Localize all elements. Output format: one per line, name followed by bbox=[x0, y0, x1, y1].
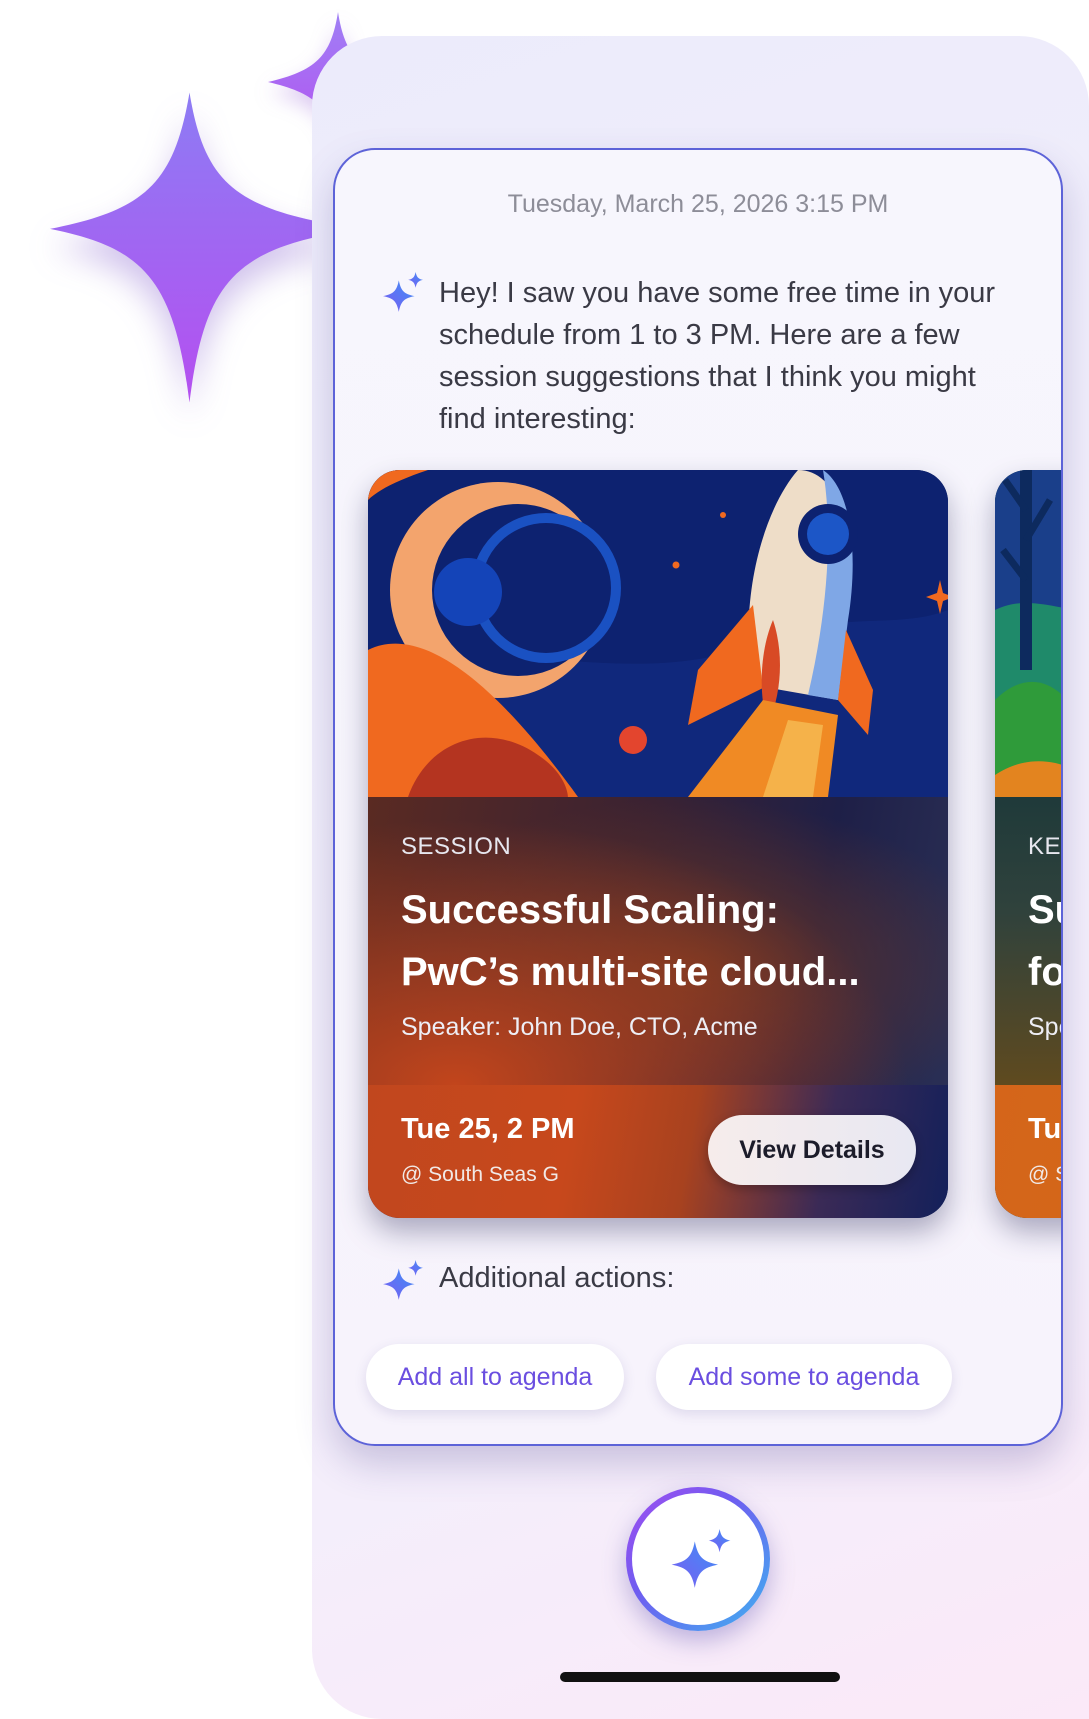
session-card[interactable]: KEY Su fo Spe Tue @ S bbox=[995, 470, 1063, 1218]
message-timestamp: Tuesday, March 25, 2026 3:15 PM bbox=[507, 190, 889, 218]
session-date: Tue 25, 2 PM bbox=[401, 1113, 575, 1145]
session-speaker: Speaker: John Doe, CTO, Acme bbox=[401, 1013, 758, 1041]
ai-sparkle-icon bbox=[383, 272, 423, 312]
session-title-line1: Successful Scaling: bbox=[401, 888, 779, 932]
session-speaker: Spe bbox=[1028, 1013, 1061, 1041]
forest-illustration bbox=[995, 470, 1061, 797]
view-details-button[interactable]: View Details bbox=[708, 1115, 916, 1185]
session-card[interactable]: SESSION Successful Scaling: PwC’s multi-… bbox=[368, 470, 948, 1218]
assistant-fab-button[interactable] bbox=[626, 1487, 770, 1631]
session-title: Su fo bbox=[1028, 879, 1063, 1003]
session-info: KEY Su fo Spe bbox=[995, 797, 1063, 1085]
assistant-chat-card: Tuesday, March 25, 2026 3:15 PM Hey! I s… bbox=[333, 148, 1063, 1446]
add-all-to-agenda-button[interactable]: Add all to agenda bbox=[366, 1344, 624, 1410]
rocket-illustration bbox=[368, 470, 948, 797]
session-date: Tue bbox=[1028, 1113, 1062, 1145]
sparkle-icon bbox=[671, 1529, 731, 1588]
session-footer: Tue 25, 2 PM @ South Seas G View Details bbox=[368, 1085, 948, 1218]
additional-actions-label: Additional actions: bbox=[439, 1262, 675, 1294]
screen: Tuesday, March 25, 2026 3:15 PM Hey! I s… bbox=[0, 0, 1089, 1719]
session-footer: Tue @ S bbox=[995, 1085, 1062, 1218]
fab-inner bbox=[632, 1493, 764, 1625]
session-info: SESSION Successful Scaling: PwC’s multi-… bbox=[368, 797, 948, 1085]
session-title: Successful Scaling: PwC’s multi-site clo… bbox=[401, 879, 921, 1003]
session-type-label: KEY bbox=[1028, 833, 1062, 860]
session-title-line1: Su bbox=[1028, 888, 1061, 932]
session-type-label: SESSION bbox=[401, 833, 512, 860]
session-room: @ South Seas G bbox=[401, 1163, 559, 1186]
add-some-to-agenda-button[interactable]: Add some to agenda bbox=[656, 1344, 952, 1410]
ai-sparkle-icon bbox=[383, 1260, 423, 1300]
assistant-message: Hey! I saw you have some free time in yo… bbox=[439, 277, 996, 435]
session-title-line2: PwC’s multi-site cloud... bbox=[401, 950, 860, 994]
session-room: @ S bbox=[1028, 1163, 1061, 1186]
home-indicator[interactable] bbox=[560, 1672, 840, 1682]
session-title-line2: fo bbox=[1028, 950, 1063, 994]
